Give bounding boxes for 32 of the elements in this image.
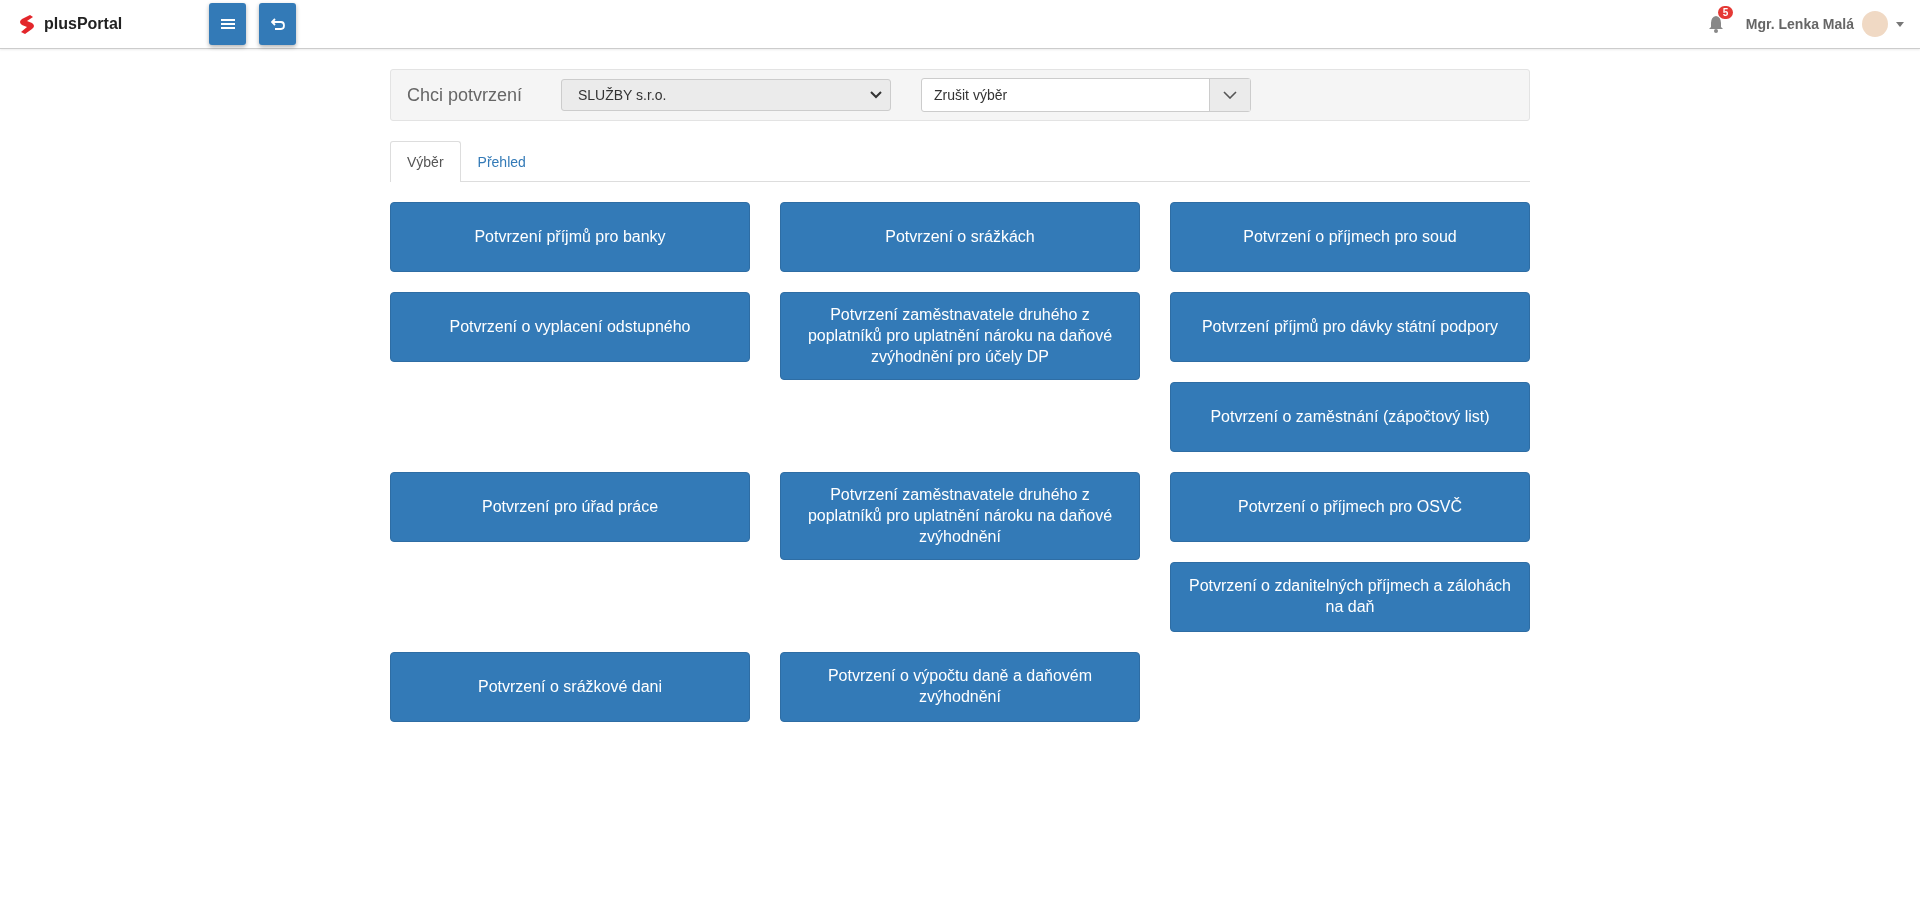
certificate-button[interactable]: Potvrzení zaměstnavatele druhého z poplatníků pro uplatnění nároku na daňové zvýhodnění (780, 472, 1140, 561)
bell-icon[interactable] (1707, 15, 1724, 33)
company-select[interactable]: SLUŽBY s.r.o. (561, 79, 891, 111)
certificate-button[interactable]: Potvrzení příjmů pro banky (390, 202, 750, 272)
logo-text: plusPortal (44, 15, 123, 33)
menu-button[interactable] (209, 3, 246, 45)
certificate-button[interactable]: Potvrzení o srážkách (780, 202, 1140, 272)
caret-icon[interactable] (1896, 21, 1904, 27)
back-button[interactable] (259, 3, 296, 45)
avatar (1862, 11, 1888, 37)
chevron-icon (870, 91, 882, 99)
user-name[interactable]: Mgr. Lenka Malá (1745, 16, 1854, 32)
certificate-button[interactable]: Potvrzení o příjmech pro OSVČ (1170, 472, 1530, 542)
chevron-icon (1223, 91, 1237, 99)
tab[interactable]: Výběr (390, 141, 461, 182)
certificate-button[interactable]: Potvrzení zaměstnavatele druhého z poplatníků pro uplatnění nároku na daňové zvýhodnění pro účely DP (780, 292, 1140, 381)
certificate-button[interactable]: Potvrzení o srážkové dani (390, 652, 750, 722)
selection-combo[interactable]: Zrušit výběr (921, 78, 1251, 112)
tab[interactable]: Přehled (460, 141, 543, 182)
dropdown-button[interactable] (1209, 79, 1250, 111)
certificate-button[interactable]: Potvrzení příjmů pro dávky státní podpory (1170, 292, 1530, 362)
certificate-button[interactable]: Potvrzení o příjmech pro soud (1170, 202, 1530, 272)
certificate-button[interactable]: Potvrzení o vyplacení odstupného (390, 292, 750, 362)
undo-arrow-icon (270, 18, 285, 30)
selection-value: Zrušit výběr (933, 86, 1009, 105)
notification-badge: 5 (1717, 6, 1734, 19)
certificate-button[interactable]: Potvrzení o výpočtu daně a daňovém zvýhodnění (780, 652, 1140, 722)
filter-label: Chci potvrzení (407, 84, 524, 106)
menu-icon (220, 19, 235, 29)
certificate-button[interactable]: Potvrzení o zaměstnání (zápočtový list) (1170, 382, 1530, 452)
certificate-button[interactable]: Potvrzení pro úřad práce (390, 472, 750, 542)
certificate-button[interactable]: Potvrzení o zdanitelných příjmech a zálohách na daň (1170, 562, 1530, 632)
